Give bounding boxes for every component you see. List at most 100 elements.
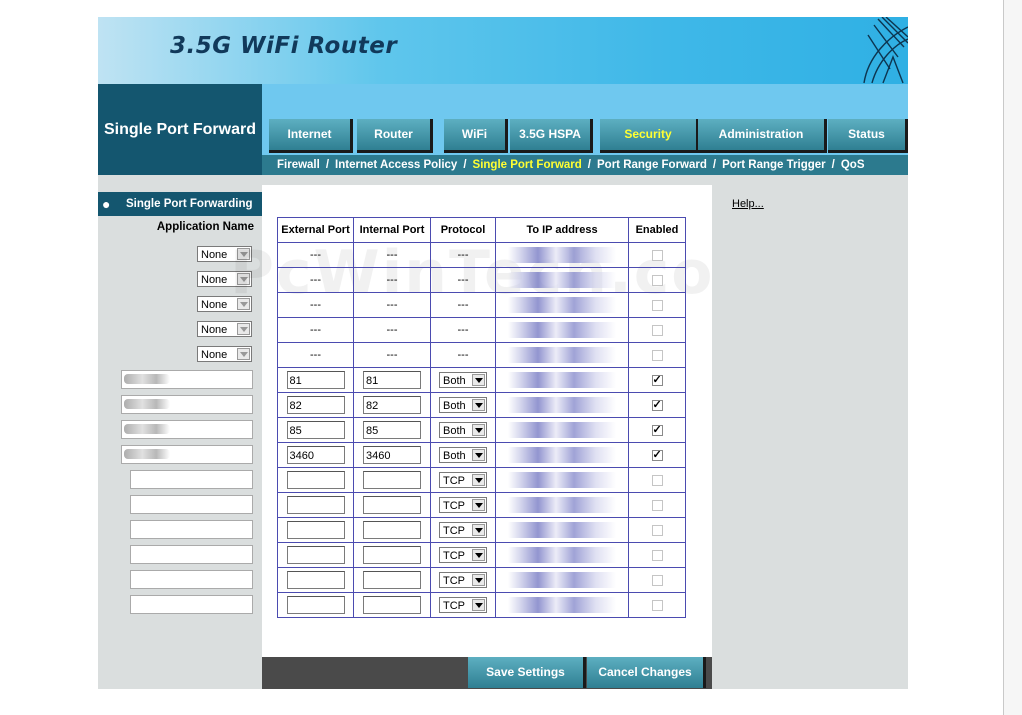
- dash-value: ---: [457, 299, 469, 311]
- protocol-select[interactable]: Both: [439, 397, 487, 413]
- application-name-input[interactable]: [130, 570, 253, 589]
- cell-int: ---: [353, 317, 431, 343]
- redacted-text: [124, 374, 170, 384]
- tab-administration[interactable]: Administration: [698, 119, 827, 153]
- cell-protocol: Both: [430, 442, 496, 468]
- application-select[interactable]: None: [197, 271, 252, 287]
- application-select[interactable]: None: [197, 321, 252, 337]
- application-name-input[interactable]: [130, 545, 253, 564]
- cell-proto: ---: [430, 242, 496, 268]
- application-select[interactable]: None: [197, 246, 252, 262]
- cell-protocol: TCP: [430, 567, 496, 593]
- protocol-select[interactable]: Both: [439, 372, 487, 388]
- external-port-input[interactable]: 81: [286, 371, 345, 389]
- protocol-select[interactable]: Both: [439, 447, 487, 463]
- tab-status[interactable]: Status: [828, 119, 908, 153]
- subnav-firewall[interactable]: Firewall: [277, 159, 320, 171]
- tab-router[interactable]: Router: [357, 119, 433, 153]
- application-name-input[interactable]: [121, 395, 253, 414]
- chevron-down-icon: [237, 298, 250, 310]
- cell-int: 82: [353, 392, 431, 418]
- subnav-internet-access-policy[interactable]: Internet Access Policy: [335, 159, 457, 171]
- application-name-input[interactable]: [121, 445, 253, 464]
- dash-value: ---: [310, 249, 321, 261]
- tab-security[interactable]: Security: [600, 119, 699, 153]
- application-name-input[interactable]: [121, 370, 253, 389]
- save-settings-button[interactable]: Save Settings: [468, 657, 586, 688]
- enabled-checkbox[interactable]: [651, 474, 663, 486]
- external-port-input[interactable]: 85: [286, 421, 345, 439]
- enabled-checkbox[interactable]: [651, 299, 663, 311]
- subnav-port-range-forward[interactable]: Port Range Forward: [597, 159, 707, 171]
- external-port-input[interactable]: [286, 571, 345, 589]
- cell-int: 3460: [353, 442, 431, 468]
- protocol-select[interactable]: TCP: [439, 597, 487, 613]
- enabled-checkbox[interactable]: [651, 398, 663, 411]
- protocol-value: Both: [443, 450, 466, 462]
- enabled-checkbox[interactable]: [651, 448, 663, 461]
- application-name-input[interactable]: [130, 495, 253, 514]
- protocol-select[interactable]: TCP: [439, 572, 487, 588]
- tab-3-5g-hspa[interactable]: 3.5G HSPA: [510, 119, 593, 153]
- cell-ip-address: [495, 567, 629, 593]
- tab-internet[interactable]: Internet: [269, 119, 353, 153]
- internal-port-input[interactable]: [363, 471, 421, 489]
- table-row: --- --- ---: [277, 292, 686, 318]
- help-link[interactable]: Help...: [732, 198, 764, 210]
- application-select[interactable]: None: [197, 346, 252, 362]
- internal-port-input[interactable]: [363, 546, 421, 564]
- internal-port-input[interactable]: [363, 521, 421, 539]
- enabled-checkbox[interactable]: [651, 599, 663, 611]
- cell-protocol: TCP: [430, 467, 496, 493]
- enabled-checkbox[interactable]: [651, 574, 663, 586]
- enabled-checkbox[interactable]: [651, 349, 663, 361]
- external-port-input[interactable]: [286, 521, 345, 539]
- protocol-select[interactable]: TCP: [439, 547, 487, 563]
- enabled-checkbox[interactable]: [651, 274, 663, 286]
- enabled-checkbox[interactable]: [651, 324, 663, 336]
- protocol-select[interactable]: TCP: [439, 472, 487, 488]
- external-port-input[interactable]: [286, 596, 345, 614]
- enabled-checkbox[interactable]: [651, 423, 663, 436]
- dash-value: ---: [457, 274, 469, 286]
- internal-port-input[interactable]: 85: [363, 421, 421, 439]
- cell-int: ---: [353, 242, 431, 268]
- application-name-input[interactable]: [130, 470, 253, 489]
- internal-port-input[interactable]: [363, 496, 421, 514]
- cell-protocol: TCP: [430, 592, 496, 618]
- application-name-input[interactable]: [121, 420, 253, 439]
- internal-port-input[interactable]: [363, 571, 421, 589]
- internal-port-input[interactable]: [363, 596, 421, 614]
- vertical-scrollbar[interactable]: [1003, 0, 1022, 715]
- enabled-checkbox[interactable]: [651, 249, 663, 261]
- cell-enabled: [628, 592, 686, 618]
- enabled-checkbox[interactable]: [651, 373, 663, 386]
- protocol-select[interactable]: Both: [439, 422, 487, 438]
- internal-port-input[interactable]: 82: [363, 396, 421, 414]
- cell-ext: [277, 542, 354, 568]
- application-select[interactable]: None: [197, 296, 252, 312]
- external-port-input[interactable]: [286, 496, 345, 514]
- internal-port-input[interactable]: 3460: [363, 446, 421, 464]
- redacted-text: [124, 424, 170, 434]
- col-internal-port: Internal Port: [353, 217, 431, 243]
- application-name-input[interactable]: [130, 520, 253, 539]
- external-port-input[interactable]: [286, 546, 345, 564]
- cancel-changes-button[interactable]: Cancel Changes: [587, 657, 706, 688]
- protocol-select[interactable]: TCP: [439, 497, 487, 513]
- internal-port-input[interactable]: 81: [363, 371, 421, 389]
- subnav-qos[interactable]: QoS: [841, 159, 865, 171]
- enabled-checkbox[interactable]: [651, 524, 663, 536]
- subnav-single-port-forward[interactable]: Single Port Forward: [473, 159, 582, 171]
- enabled-checkbox[interactable]: [651, 549, 663, 561]
- application-name-input[interactable]: [130, 595, 253, 614]
- subnav-port-range-trigger[interactable]: Port Range Trigger: [722, 159, 826, 171]
- cell-ext: [277, 592, 354, 618]
- external-port-input[interactable]: 3460: [286, 446, 345, 464]
- enabled-checkbox[interactable]: [651, 499, 663, 511]
- cell-int: [353, 567, 431, 593]
- external-port-input[interactable]: 82: [286, 396, 345, 414]
- protocol-select[interactable]: TCP: [439, 522, 487, 538]
- tab-wifi[interactable]: WiFi: [444, 119, 508, 153]
- external-port-input[interactable]: [286, 471, 345, 489]
